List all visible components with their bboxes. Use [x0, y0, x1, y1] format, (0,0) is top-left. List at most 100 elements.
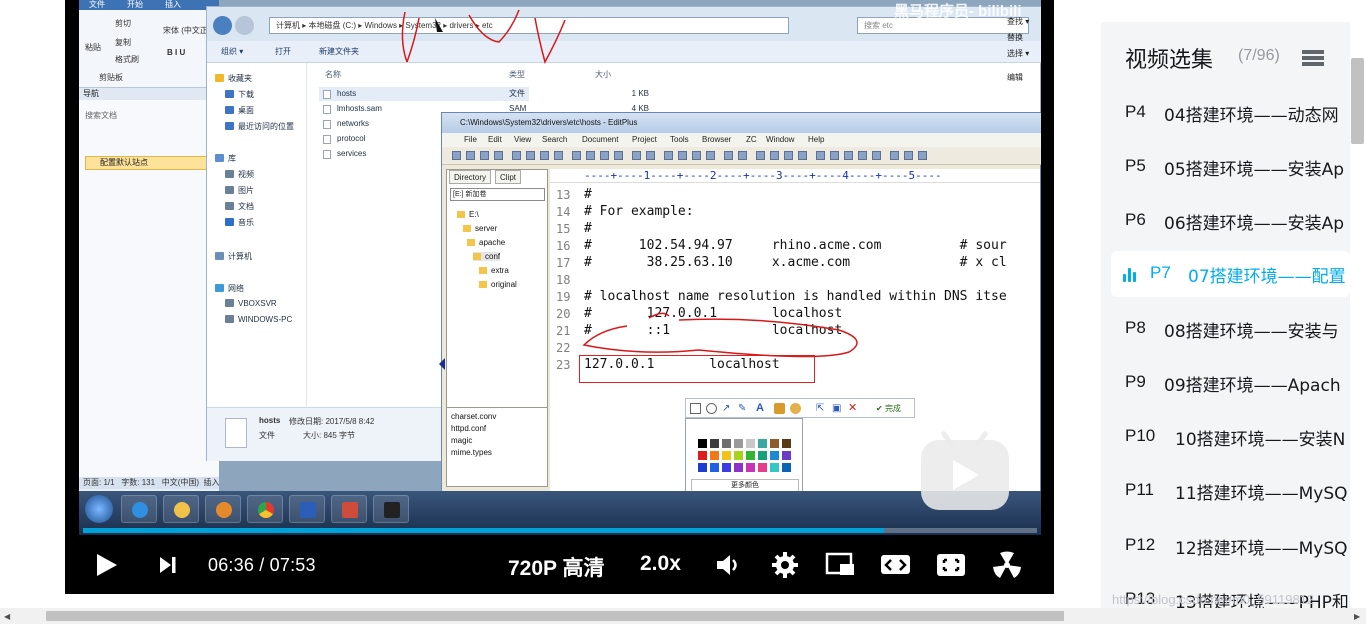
color-swatch: [722, 463, 731, 472]
speed-button[interactable]: 2.0x: [640, 552, 681, 576]
ellipse-tool-icon: [706, 403, 717, 414]
settings-gear-icon[interactable]: [771, 551, 799, 579]
color-swatch: [746, 463, 755, 472]
color-swatch: [758, 439, 767, 448]
episode-name: 12搭建环境——MySQ: [1175, 539, 1348, 559]
episode-panel: 视频选集 (7/96) P4 04搭建环境——动态网 P5 05搭建环境——安装…: [1101, 22, 1350, 624]
list-view-icon[interactable]: [1302, 50, 1324, 66]
color-swatch: [734, 439, 743, 448]
mosaic-tool-icon: [790, 403, 801, 414]
episode-code: P12: [1125, 535, 1156, 554]
volume-icon[interactable]: [715, 552, 743, 578]
episode-code: P5: [1125, 156, 1146, 175]
cancel-icon: ✕: [848, 402, 858, 414]
video-player[interactable]: 文件 开始 插入 粘贴 剪切 复制 格式刷 宋体 (中文正 B I U 剪贴板 …: [65, 0, 1054, 594]
rect-tool-icon: [690, 403, 701, 414]
now-playing-icon: [1123, 268, 1139, 282]
color-palette: 更多颜色: [685, 418, 803, 496]
save-icon: ▣: [832, 403, 842, 414]
taskbar-explorer-icon: [163, 495, 199, 523]
episode-item[interactable]: P10 10搭建环境——安装N: [1101, 414, 1350, 460]
color-swatch: [746, 439, 755, 448]
color-swatch: [722, 451, 731, 460]
color-swatch: [770, 463, 779, 472]
episode-code: P8: [1125, 318, 1146, 337]
episode-code: P10: [1125, 426, 1156, 445]
annotation-toolbar: ↗ ✎ A ⇱ ▣ ✕ ✔ 完成: [685, 398, 915, 418]
color-swatch: [710, 439, 719, 448]
color-swatch: [782, 439, 791, 448]
episode-item[interactable]: P5 05搭建环境——安装Ap: [1101, 144, 1350, 190]
quality-button[interactable]: 720P 高清: [508, 552, 605, 582]
progress-bar[interactable]: [83, 528, 1037, 533]
player-watermark: 黑马程序员- bilibili: [894, 3, 1022, 20]
arrow-tool-icon: ↗: [722, 403, 731, 414]
color-swatch: [770, 439, 779, 448]
color-swatch: [722, 439, 731, 448]
episode-item[interactable]: P11 11搭建环境——MySQ: [1101, 468, 1350, 514]
episode-item-active[interactable]: P7 07搭建环境——配置: [1111, 251, 1350, 297]
color-swatch: [758, 451, 767, 460]
episode-name: 07搭建环境——配置: [1188, 267, 1346, 287]
text-tool-icon: A: [756, 402, 764, 414]
horizontal-scrollbar[interactable]: ◀ ▶: [0, 608, 1366, 624]
widescreen-icon[interactable]: [880, 553, 912, 577]
marker-tool-icon: [774, 403, 785, 414]
episode-name: 05搭建环境——安装Ap: [1164, 160, 1345, 180]
color-swatch: [746, 451, 755, 460]
episode-name: 10搭建环境——安装N: [1175, 430, 1346, 450]
fullscreen-radiation-icon[interactable]: [992, 551, 1022, 579]
episode-code: P6: [1125, 210, 1146, 229]
color-swatch: [710, 451, 719, 460]
color-swatch: [758, 463, 767, 472]
episode-item[interactable]: P4 04搭建环境——动态网: [1101, 90, 1350, 136]
scroll-right-icon[interactable]: ▶: [1354, 612, 1360, 621]
color-swatch: [698, 439, 707, 448]
picture-in-picture-icon[interactable]: [825, 552, 857, 578]
start-orb-icon: [85, 495, 113, 523]
scroll-thumb[interactable]: [46, 611, 1064, 621]
episode-code: P7: [1150, 263, 1171, 282]
taskbar-cmd-icon: [373, 495, 409, 523]
video-frame[interactable]: 文件 开始 插入 粘贴 剪切 复制 格式刷 宋体 (中文正 B I U 剪贴板 …: [79, 0, 1041, 535]
annotation-strokes: [401, 9, 858, 370]
episode-item[interactable]: P9 09搭建环境——Apach: [1101, 360, 1350, 406]
taskbar-media-icon: [205, 495, 241, 523]
taskbar-word-icon: [289, 495, 325, 523]
episode-name: 09搭建环境——Apach: [1164, 376, 1341, 396]
time-display: 06:36 / 07:53: [208, 555, 316, 576]
play-glyph-icon: [953, 460, 979, 490]
progress-fill: [83, 528, 885, 533]
episode-scrollbar[interactable]: [1351, 58, 1364, 144]
episode-code: P4: [1125, 102, 1146, 121]
time-separator: /: [259, 555, 265, 575]
page: 文件 开始 插入 粘贴 剪切 复制 格式刷 宋体 (中文正 B I U 剪贴板 …: [0, 0, 1366, 624]
episode-name: 08搭建环境——安装与: [1164, 322, 1339, 342]
episode-item[interactable]: P8 08搭建环境——安装与: [1101, 306, 1350, 352]
bilibili-logo-icon: [921, 430, 1009, 510]
color-swatch: [698, 451, 707, 460]
episode-count: (7/96): [1238, 47, 1280, 64]
taskbar-chrome-icon: [247, 495, 283, 523]
pen-tool-icon: ✎: [738, 403, 747, 414]
total-duration: 07:53: [269, 555, 316, 575]
share-icon: ⇱: [816, 403, 825, 414]
player-controls: 06:36 / 07:53 720P 高清 2.0x: [65, 535, 1054, 594]
csdn-watermark: https://blog.csdn.net/m0_59119812: [1112, 592, 1315, 607]
episode-name: 11搭建环境——MySQ: [1175, 484, 1348, 504]
color-swatch: [734, 463, 743, 472]
episode-item[interactable]: P12 12搭建环境——MySQ: [1101, 523, 1350, 569]
episode-code: P11: [1125, 480, 1154, 499]
webfullscreen-icon[interactable]: [936, 552, 966, 578]
color-swatch: [734, 451, 743, 460]
play-button[interactable]: [95, 553, 119, 577]
next-button[interactable]: [158, 555, 178, 575]
color-swatch: [782, 463, 791, 472]
episode-item[interactable]: P6 06搭建环境——安装Ap: [1101, 198, 1350, 244]
episode-name: 06搭建环境——安装Ap: [1164, 214, 1345, 234]
episode-code: P9: [1125, 372, 1146, 391]
scroll-left-icon[interactable]: ◀: [4, 612, 10, 621]
color-swatch: [782, 451, 791, 460]
taskbar-editplus-icon: [331, 495, 367, 523]
color-swatch: [770, 451, 779, 460]
